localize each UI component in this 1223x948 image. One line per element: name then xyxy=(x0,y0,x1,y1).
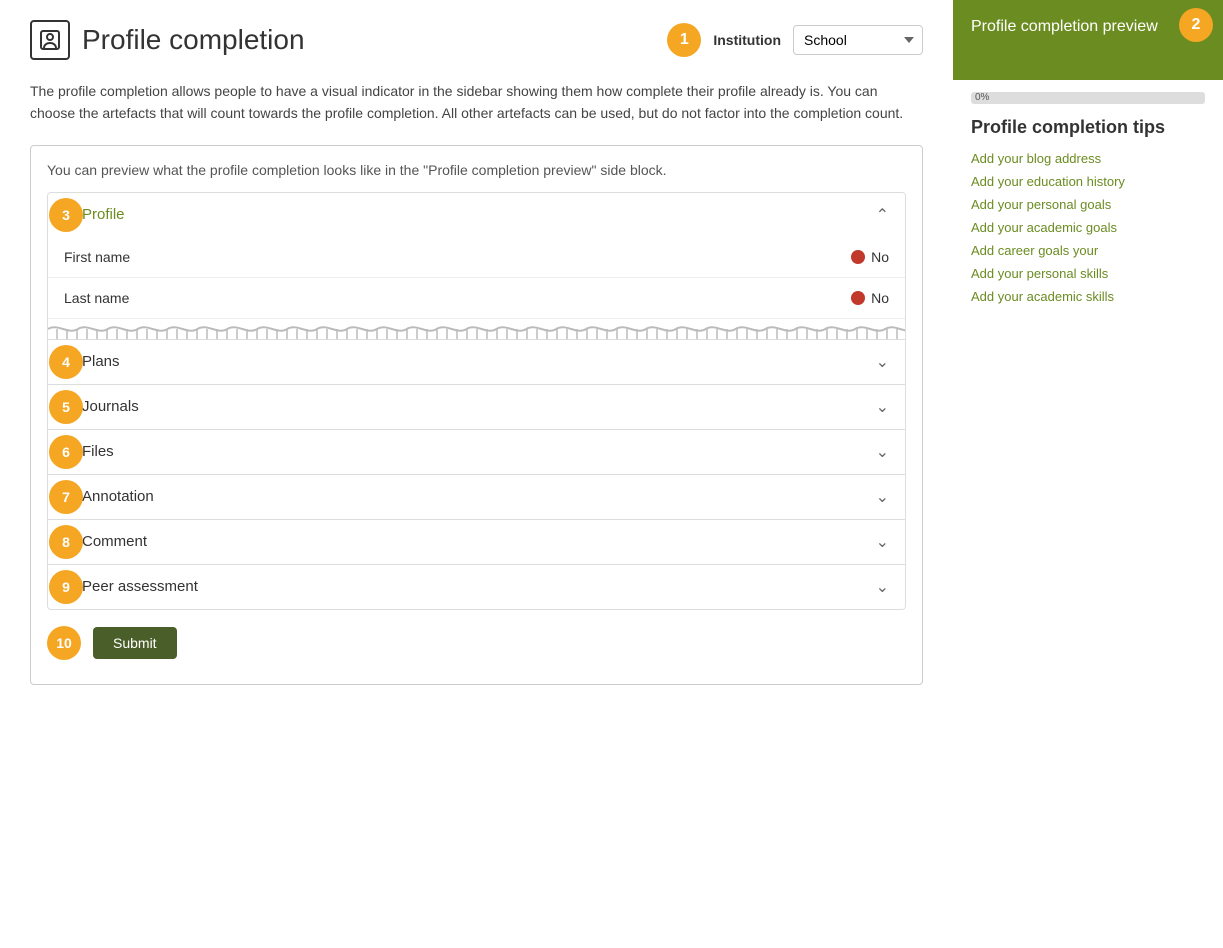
accordion-item-peer-assessment: 9 Peer assessment ⌄ xyxy=(48,565,905,609)
page-description: The profile completion allows people to … xyxy=(30,80,923,125)
wavy-divider xyxy=(48,319,905,339)
accordion-item-comment: 8 Comment ⌄ xyxy=(48,520,905,565)
completion-tips-title: Profile completion tips xyxy=(971,116,1205,139)
tip-career-goals[interactable]: Add career goals your xyxy=(971,243,1205,258)
accordion-item-journals: 5 Journals ⌄ xyxy=(48,385,905,430)
step1-badge: 1 xyxy=(667,23,701,57)
sidebar-header: Profile completion preview 2 xyxy=(953,0,1223,80)
chevron-down-icon-plans: ⌄ xyxy=(876,352,889,372)
files-section-title: Files xyxy=(82,443,876,460)
chevron-up-icon: ⌃ xyxy=(876,205,889,225)
sidebar: Profile completion preview 2 0% Profile … xyxy=(953,0,1223,948)
files-accordion-header[interactable]: Files ⌄ xyxy=(66,430,905,474)
step8-badge: 8 xyxy=(49,525,83,559)
chevron-down-icon-files: ⌄ xyxy=(876,442,889,462)
comment-section-title: Comment xyxy=(82,533,876,550)
accordion-item-annotation: 7 Annotation ⌄ xyxy=(48,475,905,520)
institution-label: Institution xyxy=(713,32,781,48)
annotation-accordion-header[interactable]: Annotation ⌄ xyxy=(66,475,905,519)
progress-label: 0% xyxy=(975,92,989,104)
step5-badge: 5 xyxy=(49,390,83,424)
plans-section-title: Plans xyxy=(82,353,876,370)
preview-box: You can preview what the profile complet… xyxy=(30,145,923,685)
step3-badge: 3 xyxy=(49,198,83,232)
first-name-value: No xyxy=(871,249,889,265)
plans-accordion-header[interactable]: Plans ⌄ xyxy=(66,340,905,384)
first-name-radio[interactable]: No xyxy=(851,249,889,265)
accordion: 3 Profile ⌃ First name No xyxy=(47,192,906,610)
page-title: Profile completion xyxy=(82,24,305,56)
step6-badge: 6 xyxy=(49,435,83,469)
institution-select[interactable]: School xyxy=(793,25,923,55)
radio-dot-no-first xyxy=(851,250,865,264)
profile-section-title: Profile xyxy=(82,206,876,223)
preview-hint: You can preview what the profile complet… xyxy=(47,162,906,178)
progress-bar: 0% xyxy=(971,92,1205,104)
radio-dot-no-last xyxy=(851,291,865,305)
accordion-item-files: 6 Files ⌄ xyxy=(48,430,905,475)
tip-education-history[interactable]: Add your education history xyxy=(971,174,1205,189)
first-name-label: First name xyxy=(64,249,851,265)
peer-assessment-accordion-header[interactable]: Peer assessment ⌄ xyxy=(66,565,905,609)
chevron-down-icon-comment: ⌄ xyxy=(876,532,889,552)
profile-accordion-header[interactable]: Profile ⌃ xyxy=(66,193,905,237)
comment-accordion-header[interactable]: Comment ⌄ xyxy=(66,520,905,564)
step4-badge: 4 xyxy=(49,345,83,379)
chevron-down-icon-peer: ⌄ xyxy=(876,577,889,597)
step2-badge: 2 xyxy=(1179,8,1213,42)
last-name-value: No xyxy=(871,290,889,306)
last-name-row: Last name No xyxy=(48,278,905,319)
tip-academic-skills[interactable]: Add your academic skills xyxy=(971,289,1205,304)
step10-badge: 10 xyxy=(47,626,81,660)
tip-academic-goals[interactable]: Add your academic goals xyxy=(971,220,1205,235)
tip-blog-address[interactable]: Add your blog address xyxy=(971,151,1205,166)
sidebar-title: Profile completion preview xyxy=(971,16,1158,38)
profile-icon xyxy=(30,20,70,60)
step7-badge: 7 xyxy=(49,480,83,514)
step9-badge: 9 xyxy=(49,570,83,604)
journals-accordion-header[interactable]: Journals ⌄ xyxy=(66,385,905,429)
accordion-item-plans: 4 Plans ⌄ xyxy=(48,340,905,385)
chevron-down-icon-journals: ⌄ xyxy=(876,397,889,417)
tip-personal-goals[interactable]: Add your personal goals xyxy=(971,197,1205,212)
last-name-radio[interactable]: No xyxy=(851,290,889,306)
tip-personal-skills[interactable]: Add your personal skills xyxy=(971,266,1205,281)
first-name-row: First name No xyxy=(48,237,905,278)
chevron-down-icon-annotation: ⌄ xyxy=(876,487,889,507)
profile-accordion-content: First name No Last name No xyxy=(48,237,905,339)
submit-button[interactable]: Submit xyxy=(93,627,177,659)
last-name-label: Last name xyxy=(64,290,851,306)
sidebar-body: 0% Profile completion tips Add your blog… xyxy=(953,80,1223,324)
annotation-section-title: Annotation xyxy=(82,488,876,505)
submit-area: 10 Submit xyxy=(47,610,906,668)
accordion-item-profile: 3 Profile ⌃ First name No xyxy=(48,193,905,340)
journals-section-title: Journals xyxy=(82,398,876,415)
peer-assessment-section-title: Peer assessment xyxy=(82,578,876,595)
